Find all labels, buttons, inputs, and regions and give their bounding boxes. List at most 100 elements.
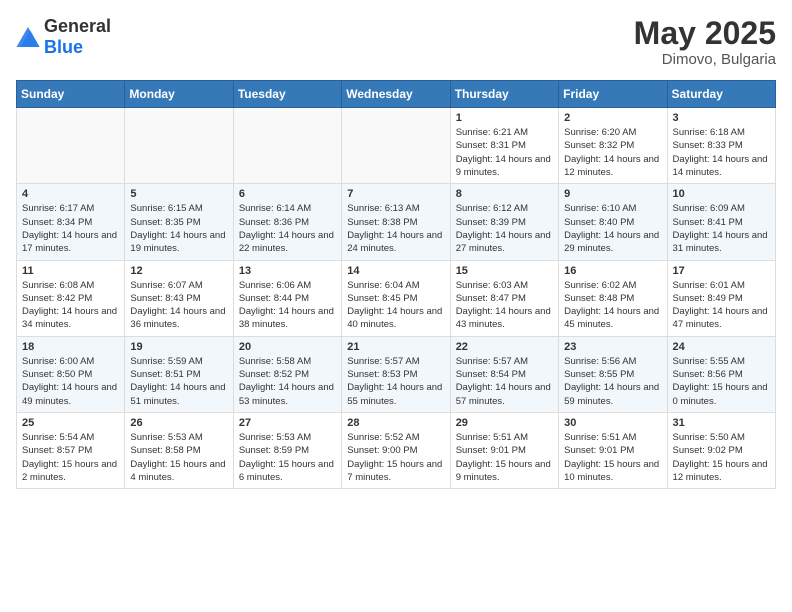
day-info: Sunrise: 6:02 AMSunset: 8:48 PMDaylight:…	[564, 279, 661, 332]
day-info: Sunrise: 6:18 AMSunset: 8:33 PMDaylight:…	[673, 126, 770, 179]
day-number: 29	[456, 417, 553, 429]
weekday-header-monday: Monday	[125, 81, 233, 108]
day-info: Sunrise: 6:15 AMSunset: 8:35 PMDaylight:…	[130, 202, 227, 255]
calendar-cell	[342, 108, 450, 184]
day-info: Sunrise: 6:10 AMSunset: 8:40 PMDaylight:…	[564, 202, 661, 255]
day-info: Sunrise: 6:03 AMSunset: 8:47 PMDaylight:…	[456, 279, 553, 332]
day-number: 7	[347, 188, 444, 200]
weekday-header-saturday: Saturday	[667, 81, 775, 108]
logo-text: General Blue	[44, 16, 111, 58]
calendar-cell: 18 Sunrise: 6:00 AMSunset: 8:50 PMDayligh…	[17, 336, 125, 412]
calendar-cell: 26 Sunrise: 5:53 AMSunset: 8:58 PMDayligh…	[125, 412, 233, 488]
day-info: Sunrise: 5:58 AMSunset: 8:52 PMDaylight:…	[239, 355, 336, 408]
calendar-cell: 6 Sunrise: 6:14 AMSunset: 8:36 PMDaylight…	[233, 184, 341, 260]
day-info: Sunrise: 6:12 AMSunset: 8:39 PMDaylight:…	[456, 202, 553, 255]
day-info: Sunrise: 6:07 AMSunset: 8:43 PMDaylight:…	[130, 279, 227, 332]
logo-blue: Blue	[44, 37, 83, 57]
day-number: 27	[239, 417, 336, 429]
calendar-cell: 30Sunrise: 5:51 AMSunset: 9:01 PMDayligh…	[559, 412, 667, 488]
calendar-cell: 27 Sunrise: 5:53 AMSunset: 8:59 PMDayligh…	[233, 412, 341, 488]
day-info: Sunrise: 6:09 AMSunset: 8:41 PMDaylight:…	[673, 202, 770, 255]
day-info: Sunrise: 6:08 AMSunset: 8:42 PMDaylight:…	[22, 279, 119, 332]
weekday-header-friday: Friday	[559, 81, 667, 108]
title-block: May 2025 Dimovo, Bulgaria	[634, 16, 776, 68]
calendar-cell: 10 Sunrise: 6:09 AMSunset: 8:41 PMDayligh…	[667, 184, 775, 260]
day-number: 23	[564, 341, 661, 353]
calendar-cell: 19Sunrise: 5:59 AMSunset: 8:51 PMDayligh…	[125, 336, 233, 412]
day-info: Sunrise: 5:53 AMSunset: 8:58 PMDaylight:…	[130, 431, 227, 484]
day-info: Sunrise: 5:57 AMSunset: 8:54 PMDaylight:…	[456, 355, 553, 408]
calendar-cell: 16Sunrise: 6:02 AMSunset: 8:48 PMDayligh…	[559, 260, 667, 336]
day-number: 2	[564, 112, 661, 124]
calendar-cell: 8Sunrise: 6:12 AMSunset: 8:39 PMDaylight…	[450, 184, 558, 260]
week-row-4: 18 Sunrise: 6:00 AMSunset: 8:50 PMDayligh…	[17, 336, 776, 412]
day-info: Sunrise: 6:06 AMSunset: 8:44 PMDaylight:…	[239, 279, 336, 332]
day-info: Sunrise: 5:54 AMSunset: 8:57 PMDaylight:…	[22, 431, 119, 484]
day-number: 31	[673, 417, 770, 429]
day-number: 18	[22, 341, 119, 353]
week-row-2: 4 Sunrise: 6:17 AMSunset: 8:34 PMDaylight…	[17, 184, 776, 260]
day-info: Sunrise: 6:01 AMSunset: 8:49 PMDaylight:…	[673, 279, 770, 332]
calendar-cell: 25 Sunrise: 5:54 AMSunset: 8:57 PMDayligh…	[17, 412, 125, 488]
calendar-cell: 23Sunrise: 5:56 AMSunset: 8:55 PMDayligh…	[559, 336, 667, 412]
calendar-cell: 7 Sunrise: 6:13 AMSunset: 8:38 PMDaylight…	[342, 184, 450, 260]
location-title: Dimovo, Bulgaria	[634, 51, 776, 68]
calendar-cell	[125, 108, 233, 184]
day-info: Sunrise: 5:51 AMSunset: 9:01 PMDaylight:…	[564, 431, 661, 484]
week-row-1: 1Sunrise: 6:21 AMSunset: 8:31 PMDaylight…	[17, 108, 776, 184]
week-row-5: 25 Sunrise: 5:54 AMSunset: 8:57 PMDayligh…	[17, 412, 776, 488]
week-row-3: 11 Sunrise: 6:08 AMSunset: 8:42 PMDayligh…	[17, 260, 776, 336]
weekday-header-sunday: Sunday	[17, 81, 125, 108]
weekday-header-row: SundayMondayTuesdayWednesdayThursdayFrid…	[17, 81, 776, 108]
day-info: Sunrise: 6:00 AMSunset: 8:50 PMDaylight:…	[22, 355, 119, 408]
weekday-header-tuesday: Tuesday	[233, 81, 341, 108]
day-number: 14	[347, 265, 444, 277]
calendar-cell: 5Sunrise: 6:15 AMSunset: 8:35 PMDaylight…	[125, 184, 233, 260]
day-number: 26	[130, 417, 227, 429]
day-info: Sunrise: 6:14 AMSunset: 8:36 PMDaylight:…	[239, 202, 336, 255]
calendar-cell: 3 Sunrise: 6:18 AMSunset: 8:33 PMDaylight…	[667, 108, 775, 184]
weekday-header-wednesday: Wednesday	[342, 81, 450, 108]
day-number: 17	[673, 265, 770, 277]
calendar-cell: 1Sunrise: 6:21 AMSunset: 8:31 PMDaylight…	[450, 108, 558, 184]
calendar-cell: 14 Sunrise: 6:04 AMSunset: 8:45 PMDayligh…	[342, 260, 450, 336]
logo-icon	[16, 27, 40, 47]
day-info: Sunrise: 6:20 AMSunset: 8:32 PMDaylight:…	[564, 126, 661, 179]
day-number: 6	[239, 188, 336, 200]
calendar-cell: 21Sunrise: 5:57 AMSunset: 8:53 PMDayligh…	[342, 336, 450, 412]
day-info: Sunrise: 6:21 AMSunset: 8:31 PMDaylight:…	[456, 126, 553, 179]
day-number: 20	[239, 341, 336, 353]
day-info: Sunrise: 6:17 AMSunset: 8:34 PMDaylight:…	[22, 202, 119, 255]
calendar-cell: 22Sunrise: 5:57 AMSunset: 8:54 PMDayligh…	[450, 336, 558, 412]
calendar-cell: 17 Sunrise: 6:01 AMSunset: 8:49 PMDayligh…	[667, 260, 775, 336]
day-info: Sunrise: 5:59 AMSunset: 8:51 PMDaylight:…	[130, 355, 227, 408]
day-number: 28	[347, 417, 444, 429]
day-number: 4	[22, 188, 119, 200]
day-number: 24	[673, 341, 770, 353]
logo: General Blue	[16, 16, 111, 58]
day-number: 9	[564, 188, 661, 200]
day-number: 11	[22, 265, 119, 277]
day-info: Sunrise: 5:57 AMSunset: 8:53 PMDaylight:…	[347, 355, 444, 408]
calendar-cell: 15Sunrise: 6:03 AMSunset: 8:47 PMDayligh…	[450, 260, 558, 336]
calendar-cell: 9 Sunrise: 6:10 AMSunset: 8:40 PMDaylight…	[559, 184, 667, 260]
calendar-cell: 2 Sunrise: 6:20 AMSunset: 8:32 PMDaylight…	[559, 108, 667, 184]
calendar-cell: 28Sunrise: 5:52 AMSunset: 9:00 PMDayligh…	[342, 412, 450, 488]
day-number: 3	[673, 112, 770, 124]
logo-general: General	[44, 16, 111, 36]
day-info: Sunrise: 6:04 AMSunset: 8:45 PMDaylight:…	[347, 279, 444, 332]
weekday-header-thursday: Thursday	[450, 81, 558, 108]
day-info: Sunrise: 5:53 AMSunset: 8:59 PMDaylight:…	[239, 431, 336, 484]
calendar-cell: 13 Sunrise: 6:06 AMSunset: 8:44 PMDayligh…	[233, 260, 341, 336]
day-number: 13	[239, 265, 336, 277]
calendar-cell: 29Sunrise: 5:51 AMSunset: 9:01 PMDayligh…	[450, 412, 558, 488]
day-number: 10	[673, 188, 770, 200]
calendar-cell: 11 Sunrise: 6:08 AMSunset: 8:42 PMDayligh…	[17, 260, 125, 336]
day-number: 25	[22, 417, 119, 429]
calendar-cell: 20 Sunrise: 5:58 AMSunset: 8:52 PMDayligh…	[233, 336, 341, 412]
day-info: Sunrise: 6:13 AMSunset: 8:38 PMDaylight:…	[347, 202, 444, 255]
calendar-cell: 12Sunrise: 6:07 AMSunset: 8:43 PMDayligh…	[125, 260, 233, 336]
calendar-cell: 24 Sunrise: 5:55 AMSunset: 8:56 PMDayligh…	[667, 336, 775, 412]
calendar-cell	[233, 108, 341, 184]
day-info: Sunrise: 5:55 AMSunset: 8:56 PMDaylight:…	[673, 355, 770, 408]
